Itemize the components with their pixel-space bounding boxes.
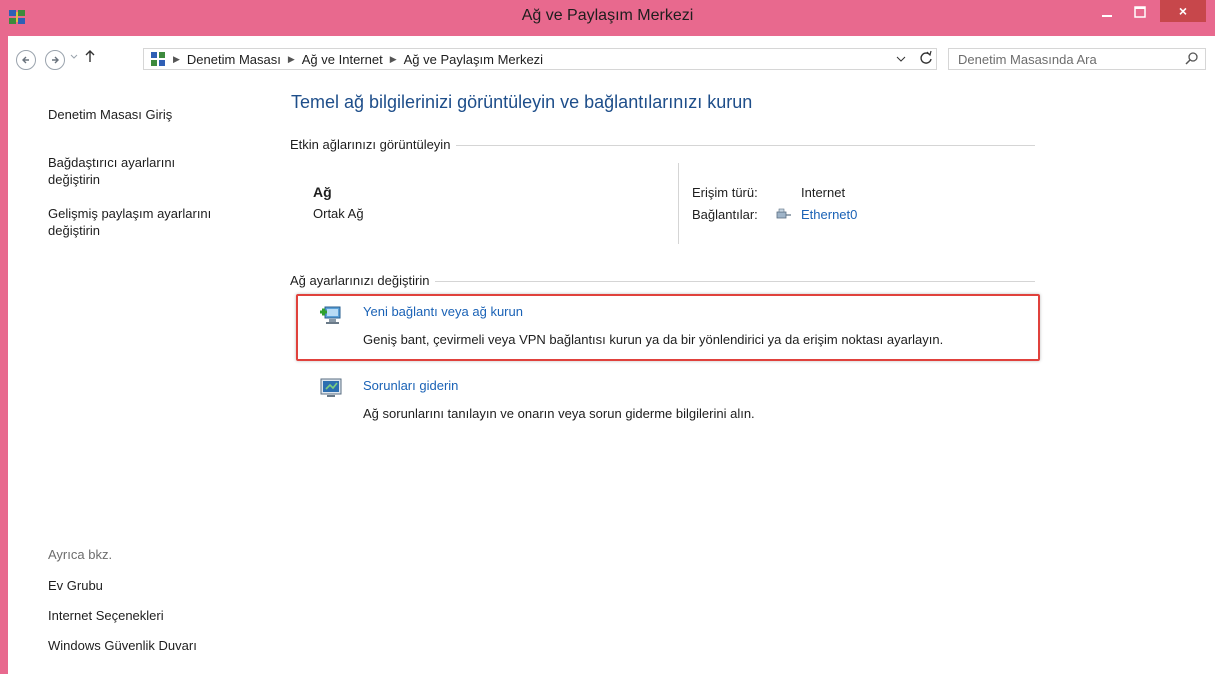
sidebar-link-line: Bağdaştırıcı ayarlarını bbox=[48, 155, 176, 170]
address-bar[interactable]: ▶ Denetim Masası ▶ Ağ ve Internet ▶ Ağ v… bbox=[143, 48, 937, 70]
breadcrumb-separator-icon: ▶ bbox=[389, 53, 397, 64]
control-panel-icon bbox=[151, 52, 165, 66]
ethernet-icon bbox=[776, 208, 791, 219]
breadcrumb-network-sharing-center[interactable]: Ağ ve Paylaşım Merkezi bbox=[404, 52, 543, 67]
search-box[interactable]: Denetim Masasında Ara bbox=[948, 48, 1206, 70]
see-also-heading: Ayrıca bkz. bbox=[48, 547, 113, 562]
close-button[interactable]: × bbox=[1160, 0, 1206, 22]
change-settings-heading: Ağ ayarlarınızı değiştirin bbox=[290, 273, 436, 288]
minimize-icon bbox=[1102, 15, 1112, 17]
breadcrumb-network-internet[interactable]: Ağ ve Internet bbox=[302, 52, 383, 67]
title-bar: Ağ ve Paylaşım Merkezi × bbox=[0, 0, 1215, 36]
navigation-bar: ▶ Denetim Masası ▶ Ağ ve Internet ▶ Ağ v… bbox=[8, 36, 1215, 76]
sidebar-control-panel-home[interactable]: Denetim Masası Giriş bbox=[48, 106, 172, 123]
recent-locations-button[interactable] bbox=[70, 52, 78, 62]
troubleshoot-description: Ağ sorunlarını tanılayın ve onarın veya … bbox=[363, 406, 755, 421]
connections-label: Bağlantılar: bbox=[692, 207, 758, 222]
sidebar-link-line: Gelişmiş paylaşım ayarlarını bbox=[48, 206, 212, 221]
page-title: Temel ağ bilgilerinizi görüntüleyin ve b… bbox=[291, 92, 753, 112]
forward-button[interactable] bbox=[45, 50, 65, 70]
chevron-down-icon bbox=[70, 54, 78, 59]
sidebar-homegroup[interactable]: Ev Grubu bbox=[48, 577, 103, 594]
breadcrumb-separator-icon: ▶ bbox=[287, 53, 295, 64]
back-button[interactable] bbox=[16, 50, 36, 70]
sidebar-link-line: değiştirin bbox=[48, 223, 101, 238]
highlight-box bbox=[296, 294, 1040, 361]
address-dropdown-button[interactable] bbox=[896, 51, 906, 65]
troubleshoot-icon bbox=[320, 378, 342, 397]
maximize-icon bbox=[1134, 6, 1146, 18]
access-type-value: Internet bbox=[801, 185, 846, 200]
arrow-left-icon bbox=[22, 56, 29, 64]
sidebar-change-adapter-settings[interactable]: Bağdaştırıcı ayarlarını değiştirin bbox=[48, 154, 175, 188]
network-name: Ağ bbox=[313, 184, 332, 200]
access-type-label: Erişim türü: bbox=[692, 185, 758, 200]
network-type: Ortak Ağ bbox=[313, 206, 364, 221]
search-placeholder: Denetim Masasında Ara bbox=[958, 52, 1097, 67]
troubleshoot-link[interactable]: Sorunları giderin bbox=[363, 378, 458, 393]
up-button[interactable] bbox=[84, 49, 96, 67]
ethernet-connection-link[interactable]: Ethernet0 bbox=[801, 207, 857, 222]
chevron-down-icon bbox=[896, 56, 906, 62]
sidebar-change-advanced-sharing[interactable]: Gelişmiş paylaşım ayarlarını değiştirin bbox=[48, 205, 211, 239]
vertical-divider bbox=[678, 163, 679, 244]
maximize-button[interactable] bbox=[1124, 0, 1156, 24]
refresh-button[interactable] bbox=[919, 50, 933, 70]
close-icon: × bbox=[1178, 3, 1188, 19]
search-icon[interactable] bbox=[1185, 51, 1199, 65]
window-content: ▶ Denetim Masası ▶ Ağ ve Internet ▶ Ağ v… bbox=[8, 36, 1215, 674]
breadcrumb-separator-icon: ▶ bbox=[173, 53, 180, 64]
window-title: Ağ ve Paylaşım Merkezi bbox=[521, 7, 694, 24]
active-networks-heading: Etkin ağlarınızı görüntüleyin bbox=[290, 137, 457, 152]
minimize-button[interactable] bbox=[1094, 0, 1120, 24]
sidebar-link-line: değiştirin bbox=[48, 172, 101, 187]
arrow-right-icon bbox=[52, 56, 59, 64]
refresh-icon bbox=[920, 50, 932, 64]
sidebar-windows-firewall[interactable]: Windows Güvenlik Duvarı bbox=[48, 637, 197, 654]
sidebar-internet-options[interactable]: Internet Seçenekleri bbox=[48, 607, 164, 624]
arrow-up-icon bbox=[85, 50, 95, 62]
breadcrumb-control-panel[interactable]: Denetim Masası bbox=[187, 52, 281, 67]
